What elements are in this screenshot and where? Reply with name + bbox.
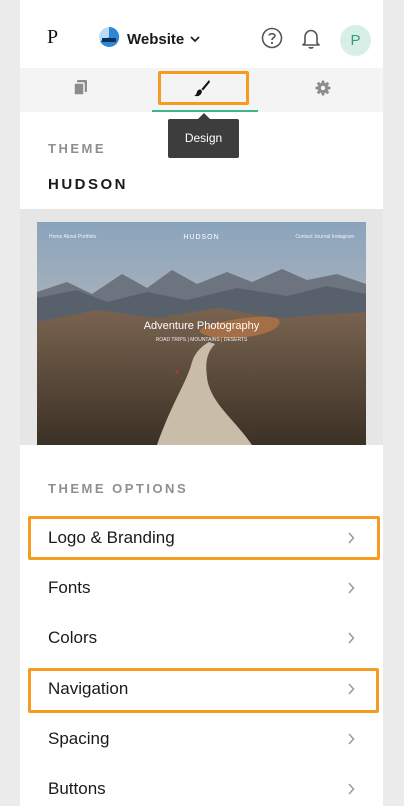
- preview-hero-subtitle: ROAD TRIPS | MOUNTAINS | DESERTS: [155, 337, 248, 343]
- paintbrush-icon: [193, 79, 211, 102]
- bell-icon[interactable]: [300, 27, 322, 54]
- brand-logo[interactable]: P: [47, 26, 58, 49]
- chevron-right-icon: [347, 682, 355, 700]
- pages-icon: [72, 79, 89, 102]
- design-tooltip: Design: [168, 113, 239, 158]
- theme-preview-image[interactable]: Home About Portfolio HUDSON Contact Jour…: [37, 222, 366, 445]
- chevron-down-icon: [190, 30, 200, 48]
- gear-icon: [315, 80, 331, 101]
- chevron-right-icon: [347, 581, 355, 599]
- site-switcher[interactable]: Website: [98, 26, 200, 53]
- option-label: Logo & Branding: [48, 528, 175, 547]
- option-label: Buttons: [48, 779, 106, 798]
- preview-nav-right: Contact Journal Instagram: [295, 234, 354, 240]
- tab-pages[interactable]: [20, 68, 141, 112]
- option-navigation[interactable]: Navigation: [20, 664, 383, 714]
- avatar[interactable]: P: [340, 25, 371, 56]
- option-label: Colors: [48, 628, 98, 647]
- option-label: Spacing: [48, 729, 110, 748]
- top-bar: P Website P: [20, 0, 383, 68]
- option-fonts[interactable]: Fonts: [20, 563, 383, 613]
- option-buttons[interactable]: Buttons: [20, 764, 383, 806]
- tab-design[interactable]: [141, 68, 262, 112]
- chevron-right-icon: [347, 631, 355, 649]
- theme-options-label: THEME OPTIONS: [48, 481, 189, 496]
- site-name: Website: [127, 30, 185, 48]
- active-tab-indicator: [152, 110, 258, 112]
- chevron-right-icon: [347, 782, 355, 800]
- chevron-right-icon: [347, 732, 355, 750]
- site-icon: [98, 26, 120, 53]
- preview-hero-title: Adventure Photography: [143, 320, 260, 332]
- tab-settings[interactable]: [262, 68, 383, 112]
- option-spacing[interactable]: Spacing: [20, 714, 383, 764]
- help-icon[interactable]: [261, 27, 283, 54]
- tab-bar: [20, 68, 383, 112]
- option-logo-branding[interactable]: Logo & Branding: [20, 513, 383, 563]
- option-colors[interactable]: Colors: [20, 613, 383, 663]
- theme-name: HUDSON: [48, 176, 129, 193]
- chevron-right-icon: [347, 531, 355, 549]
- theme-section-label: THEME: [48, 141, 106, 156]
- option-label: Navigation: [48, 679, 129, 698]
- option-label: Fonts: [48, 578, 91, 597]
